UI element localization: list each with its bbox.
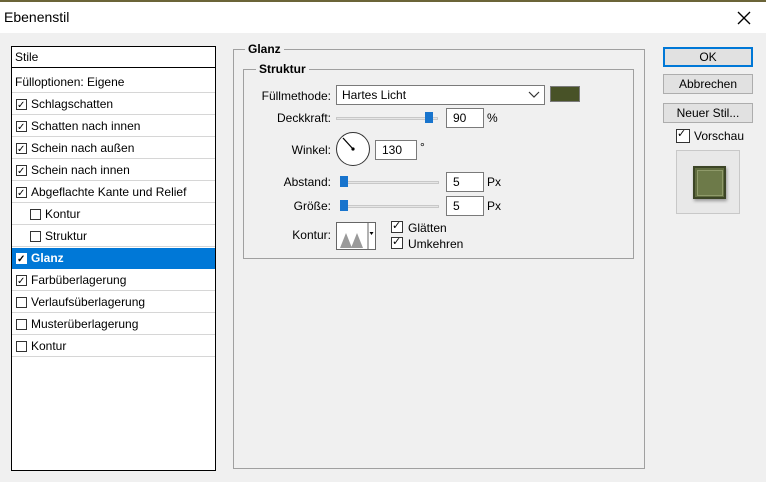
preview-checkbox[interactable] xyxy=(676,127,690,143)
angle-input[interactable]: 130 xyxy=(375,140,417,160)
style-item-checkbox[interactable] xyxy=(16,297,27,308)
preview-tile xyxy=(693,166,726,199)
style-item-checkbox[interactable] xyxy=(16,184,27,204)
size-slider-thumb[interactable] xyxy=(340,200,348,211)
style-item-label: Schein nach innen xyxy=(31,163,130,177)
opacity-slider-track[interactable] xyxy=(336,117,438,120)
antialias-label: Glätten xyxy=(408,221,447,235)
style-item-checkbox[interactable] xyxy=(16,341,27,352)
window-title: Ebenenstil xyxy=(4,9,70,25)
style-item-2[interactable]: Schlagschatten xyxy=(12,94,215,116)
style-item-6[interactable]: Abgeflachte Kante und Relief xyxy=(12,182,215,204)
opacity-label: Deckkraft: xyxy=(276,111,331,125)
style-item-checkbox[interactable] xyxy=(16,162,27,182)
style-item-1[interactable]: Fülloptionen: Eigene xyxy=(12,72,215,93)
style-item-3[interactable]: Schatten nach innen xyxy=(12,116,215,138)
contour-picker[interactable] xyxy=(336,222,376,250)
style-item-5[interactable]: Schein nach innen xyxy=(12,160,215,182)
blend-mode-value: Hartes Licht xyxy=(342,88,407,102)
style-item-11[interactable]: Verlaufsüberlagerung xyxy=(12,292,215,313)
style-item-label: Farbüberlagerung xyxy=(31,273,127,287)
style-item-label: Glanz xyxy=(31,251,64,265)
angle-label: Winkel: xyxy=(291,143,331,157)
distance-unit: Px xyxy=(487,175,502,189)
size-slider-track[interactable] xyxy=(340,205,439,208)
style-item-0[interactable]: Stile xyxy=(12,47,215,68)
blend-mode-label: Füllmethode: xyxy=(261,89,331,103)
style-item-label: Schein nach außen xyxy=(31,141,135,155)
distance-slider-track[interactable] xyxy=(340,181,439,184)
style-item-10[interactable]: Farbüberlagerung xyxy=(12,270,215,292)
styles-list: Stile Fülloptionen: Eigene Schlagschatten S… xyxy=(11,46,216,471)
blend-mode-select[interactable]: Hartes Licht xyxy=(336,85,545,105)
style-item-label: Kontur xyxy=(45,207,81,221)
cancel-button[interactable]: Abbrechen xyxy=(663,74,753,94)
style-item-7[interactable]: Kontur xyxy=(12,204,215,225)
distance-label: Abstand: xyxy=(283,175,331,189)
chevron-down-icon xyxy=(528,87,540,109)
angle-unit: ° xyxy=(420,140,425,154)
style-item-checkbox[interactable] xyxy=(30,209,41,220)
style-item-label: Stile xyxy=(15,50,39,64)
glanz-group-title: Glanz xyxy=(245,42,284,56)
style-item-12[interactable]: Musterüberlagerung xyxy=(12,314,215,335)
style-item-label: Fülloptionen: Eigene xyxy=(15,75,125,89)
style-item-checkbox[interactable] xyxy=(16,140,27,160)
contour-curve-icon xyxy=(340,223,374,249)
opacity-unit: % xyxy=(487,111,498,125)
size-unit: Px xyxy=(487,199,502,213)
preview-label: Vorschau xyxy=(694,129,745,143)
style-item-checkbox[interactable] xyxy=(16,118,27,138)
style-item-label: Struktur xyxy=(45,229,88,243)
style-item-label: Verlaufsüberlagerung xyxy=(31,295,146,309)
opacity-slider-thumb[interactable] xyxy=(425,112,433,123)
style-item-label: Abgeflachte Kante und Relief xyxy=(31,185,187,199)
contour-label: Kontur: xyxy=(292,228,331,242)
opacity-input[interactable]: 90 xyxy=(446,108,484,128)
style-item-4[interactable]: Schein nach außen xyxy=(12,138,215,160)
style-item-13[interactable]: Kontur xyxy=(12,336,215,357)
close-icon[interactable] xyxy=(732,6,756,30)
distance-slider-thumb[interactable] xyxy=(340,176,348,187)
angle-dial-icon[interactable] xyxy=(336,132,370,166)
style-item-checkbox[interactable] xyxy=(30,231,41,242)
shine-color-swatch[interactable] xyxy=(550,86,580,102)
style-item-label: Kontur xyxy=(31,339,67,353)
style-item-checkbox[interactable] xyxy=(16,319,27,330)
antialias-checkbox[interactable] xyxy=(391,219,403,233)
structure-group-title: Struktur xyxy=(256,62,309,76)
style-item-checkbox[interactable] xyxy=(16,96,27,116)
size-label: Größe: xyxy=(293,199,331,213)
style-preview-thumbnail xyxy=(676,150,740,214)
style-item-label: Schatten nach innen xyxy=(31,119,141,133)
title-bar: Ebenenstil xyxy=(0,2,766,33)
size-input[interactable]: 5 xyxy=(446,196,484,216)
style-item-9[interactable]: Glanz xyxy=(12,248,215,270)
style-item-label: Schlagschatten xyxy=(31,97,114,111)
invert-label: Umkehren xyxy=(408,237,464,251)
style-item-label: Musterüberlagerung xyxy=(31,317,139,331)
distance-input[interactable]: 5 xyxy=(446,172,484,192)
ok-button[interactable]: OK xyxy=(663,47,753,67)
style-item-8[interactable]: Struktur xyxy=(12,226,215,247)
style-item-checkbox[interactable] xyxy=(16,250,27,270)
style-item-checkbox[interactable] xyxy=(16,272,27,292)
invert-checkbox[interactable] xyxy=(391,235,403,249)
new-style-button[interactable]: Neuer Stil... xyxy=(663,103,753,123)
